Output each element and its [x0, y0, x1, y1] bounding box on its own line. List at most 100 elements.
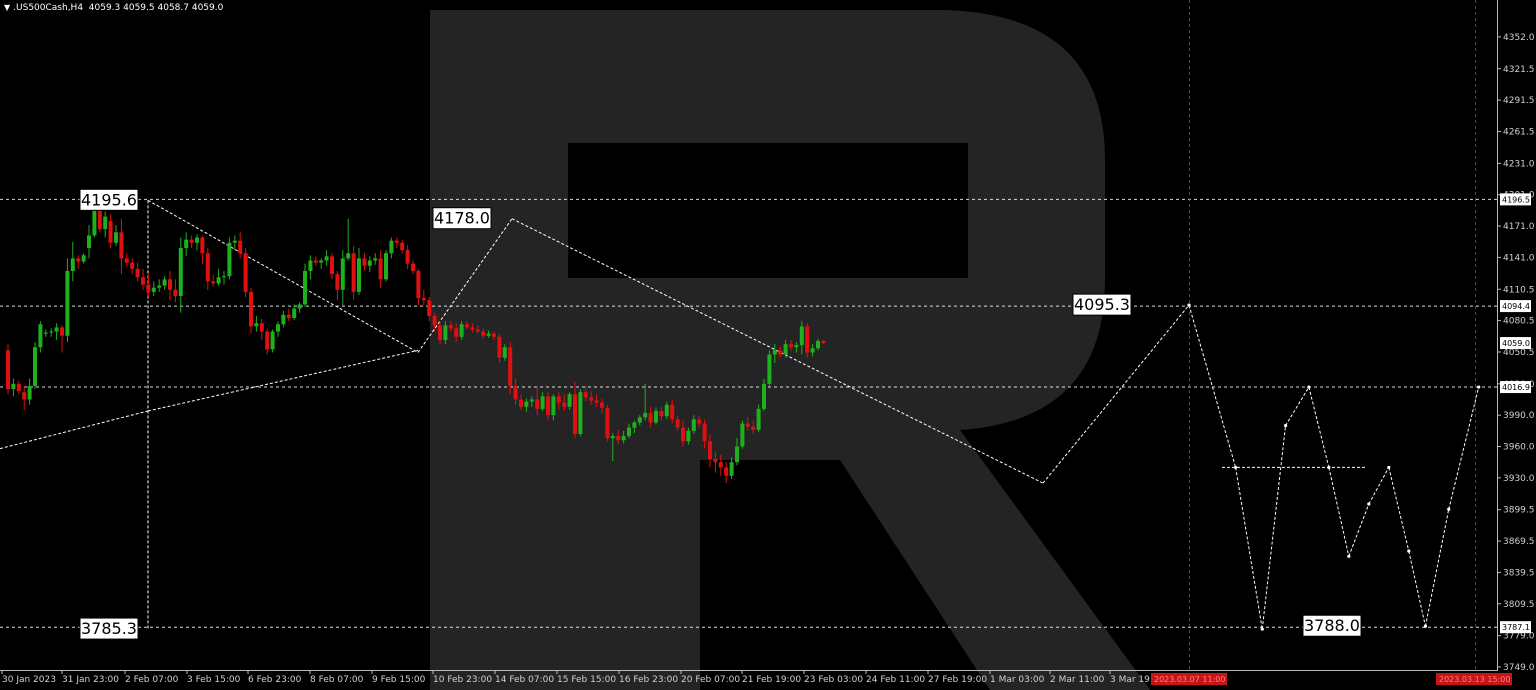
candle-body — [486, 333, 491, 336]
candle-body — [670, 404, 675, 420]
forecast-segment — [1424, 509, 1450, 627]
y-tick-label: 3839.5 — [1503, 568, 1535, 578]
candle-body — [589, 397, 594, 401]
x-tick-label: 1 Mar 03:00 — [990, 675, 1045, 685]
x-tick-label: 10 Feb 23:00 — [433, 675, 492, 685]
candle-body — [178, 247, 183, 297]
time-marker-label: 2023.03.07 11:00 — [1154, 675, 1225, 684]
candle-body — [740, 423, 745, 447]
candle-body — [394, 240, 399, 243]
y-tick-label: 4080.5 — [1503, 317, 1535, 327]
price-tag-label: 3787.1 — [1502, 623, 1530, 632]
candle-body — [610, 436, 615, 439]
candle-body — [11, 383, 16, 390]
annotation-label: 4195.6 — [81, 190, 137, 209]
x-tick-label: 8 Feb 07:00 — [310, 675, 364, 685]
annotation-label: 3788.0 — [1304, 616, 1360, 635]
candle-body — [313, 260, 318, 263]
y-tick-label: 3899.5 — [1503, 506, 1535, 516]
candle-body — [816, 340, 820, 349]
candle-body — [195, 237, 199, 243]
y-tick-label: 4171.0 — [1503, 222, 1535, 232]
x-tick-label: 31 Jan 23:00 — [62, 675, 119, 685]
candle-body — [735, 446, 739, 463]
candle-body — [513, 385, 518, 400]
candle-body — [718, 462, 723, 468]
candle-body — [465, 324, 469, 328]
candle-body — [745, 423, 750, 427]
candle-body — [205, 253, 210, 282]
forecast-point — [1307, 385, 1311, 389]
forecast-point — [1477, 385, 1481, 389]
candle-body — [373, 258, 378, 261]
candle-body — [497, 336, 502, 358]
candle-body — [405, 250, 410, 264]
candle-body — [421, 298, 426, 301]
candle-body — [297, 304, 302, 309]
candle-body — [357, 258, 361, 292]
candle-body — [583, 392, 588, 398]
x-tick-label: 14 Feb 07:00 — [495, 675, 554, 685]
forecast-segment — [1368, 467, 1390, 505]
y-tick-label: 4352.0 — [1503, 33, 1535, 43]
candle-body — [573, 394, 577, 434]
x-tick-label: 9 Feb 15:00 — [372, 675, 426, 685]
candle-body — [200, 237, 205, 254]
forecast-segment — [1348, 503, 1370, 557]
price-chart[interactable]: 4195.6 4178.0 4095.3 3785.3 3788.0 4352.0 432… — [0, 0, 1536, 690]
x-tick-label: 30 Jan 2023 — [2, 675, 56, 685]
candle-body — [276, 324, 280, 332]
candle-body — [216, 277, 221, 284]
x-axis[interactable]: 30 Jan 2023 31 Jan 23:00 2 Feb 07:00 3 Feb … — [1, 670, 1512, 685]
candle-body — [281, 314, 286, 325]
candle-body — [805, 326, 810, 353]
candle-body — [259, 323, 264, 332]
annotation-label: 3785.3 — [81, 619, 137, 638]
candle-body — [38, 324, 43, 348]
candle-body — [211, 281, 216, 284]
y-tick-label: 3809.5 — [1503, 600, 1535, 610]
x-tick-label: 27 Feb 19:00 — [928, 675, 987, 685]
candle-body — [151, 287, 156, 292]
y-tick-label: 4141.0 — [1503, 253, 1535, 263]
candle-body — [400, 242, 405, 251]
forecast-segment — [1261, 425, 1287, 630]
candle-body — [632, 422, 637, 428]
price-tag-label: 4059.0 — [1502, 339, 1530, 348]
time-marker-label: 2023.03.13 15:00 — [1439, 675, 1510, 684]
y-axis[interactable]: 4352.04321.54291.54261.54231.04201.04171… — [1497, 33, 1535, 673]
candle-body — [54, 327, 59, 332]
candle-body — [762, 383, 766, 409]
candle-body — [411, 263, 415, 271]
candle-body — [578, 392, 583, 434]
candle-body — [502, 347, 507, 358]
wave-segment — [147, 199, 419, 353]
candle-body — [265, 331, 270, 350]
candle-body — [49, 331, 54, 333]
forecast-segment — [1448, 386, 1480, 510]
candle-body — [378, 258, 383, 280]
candle-body — [443, 325, 448, 340]
forecast-point — [1387, 465, 1391, 470]
candle-body — [659, 410, 664, 417]
forecast-point — [1447, 507, 1451, 511]
candle-body — [794, 345, 799, 348]
forecast-point — [1423, 624, 1428, 628]
candle-body — [600, 402, 604, 408]
candle-body — [648, 413, 653, 423]
candle-body — [308, 260, 313, 271]
y-tick-label: 4291.5 — [1503, 96, 1535, 106]
forecast-point — [1367, 502, 1371, 506]
candle-body — [459, 324, 464, 337]
candle-body — [751, 426, 756, 430]
candle-body — [470, 327, 475, 330]
candle-body — [556, 396, 561, 403]
y-tick-label: 4261.5 — [1503, 127, 1535, 137]
forecast-point — [1347, 554, 1351, 558]
candle-body — [70, 258, 75, 271]
forecast-path — [1187, 303, 1481, 631]
candle-body — [16, 383, 21, 392]
candle-body — [60, 327, 64, 336]
candle-body — [454, 328, 459, 337]
candle-body — [524, 401, 529, 407]
